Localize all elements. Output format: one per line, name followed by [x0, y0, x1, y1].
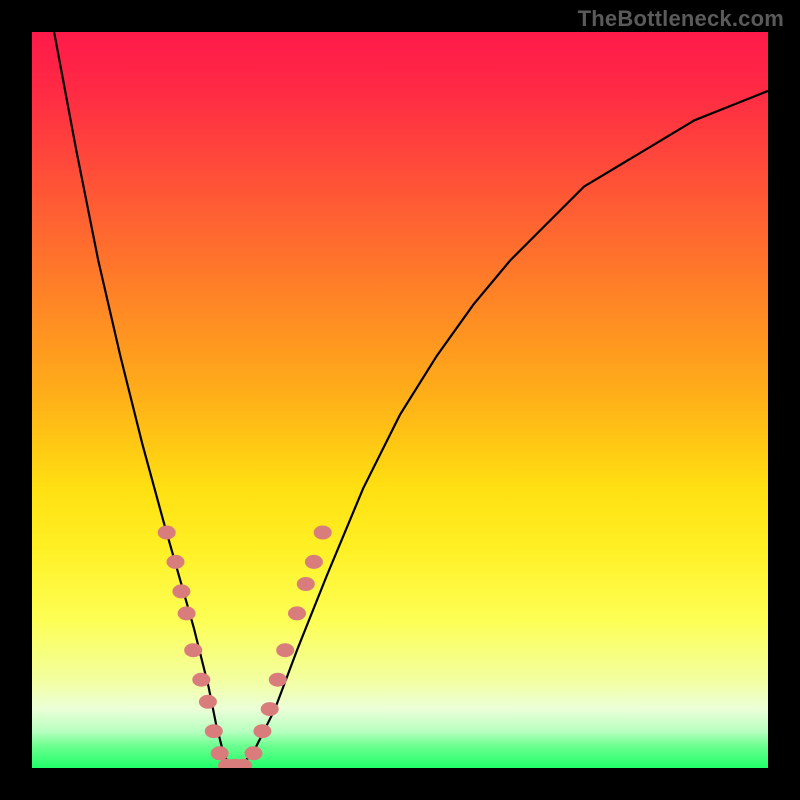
marker-point [245, 746, 263, 760]
marker-point [172, 584, 190, 598]
marker-point [269, 673, 287, 687]
marker-point [211, 746, 229, 760]
marker-point [261, 702, 279, 716]
marker-point [199, 695, 217, 709]
marker-point [178, 606, 196, 620]
marker-point [288, 606, 306, 620]
marker-point [158, 526, 176, 540]
marker-point [253, 724, 271, 738]
curve-svg [32, 32, 768, 768]
marker-point [297, 577, 315, 591]
marker-point [192, 673, 210, 687]
chart-container: TheBottleneck.com [0, 0, 800, 800]
marker-point [184, 643, 202, 657]
bottleneck-curve [54, 32, 768, 768]
marker-point [205, 724, 223, 738]
marker-point [314, 526, 332, 540]
marker-point [167, 555, 185, 569]
watermark-text: TheBottleneck.com [578, 6, 784, 32]
marker-point [276, 643, 294, 657]
plot-area [32, 32, 768, 768]
highlighted-markers [158, 526, 332, 769]
marker-point [305, 555, 323, 569]
